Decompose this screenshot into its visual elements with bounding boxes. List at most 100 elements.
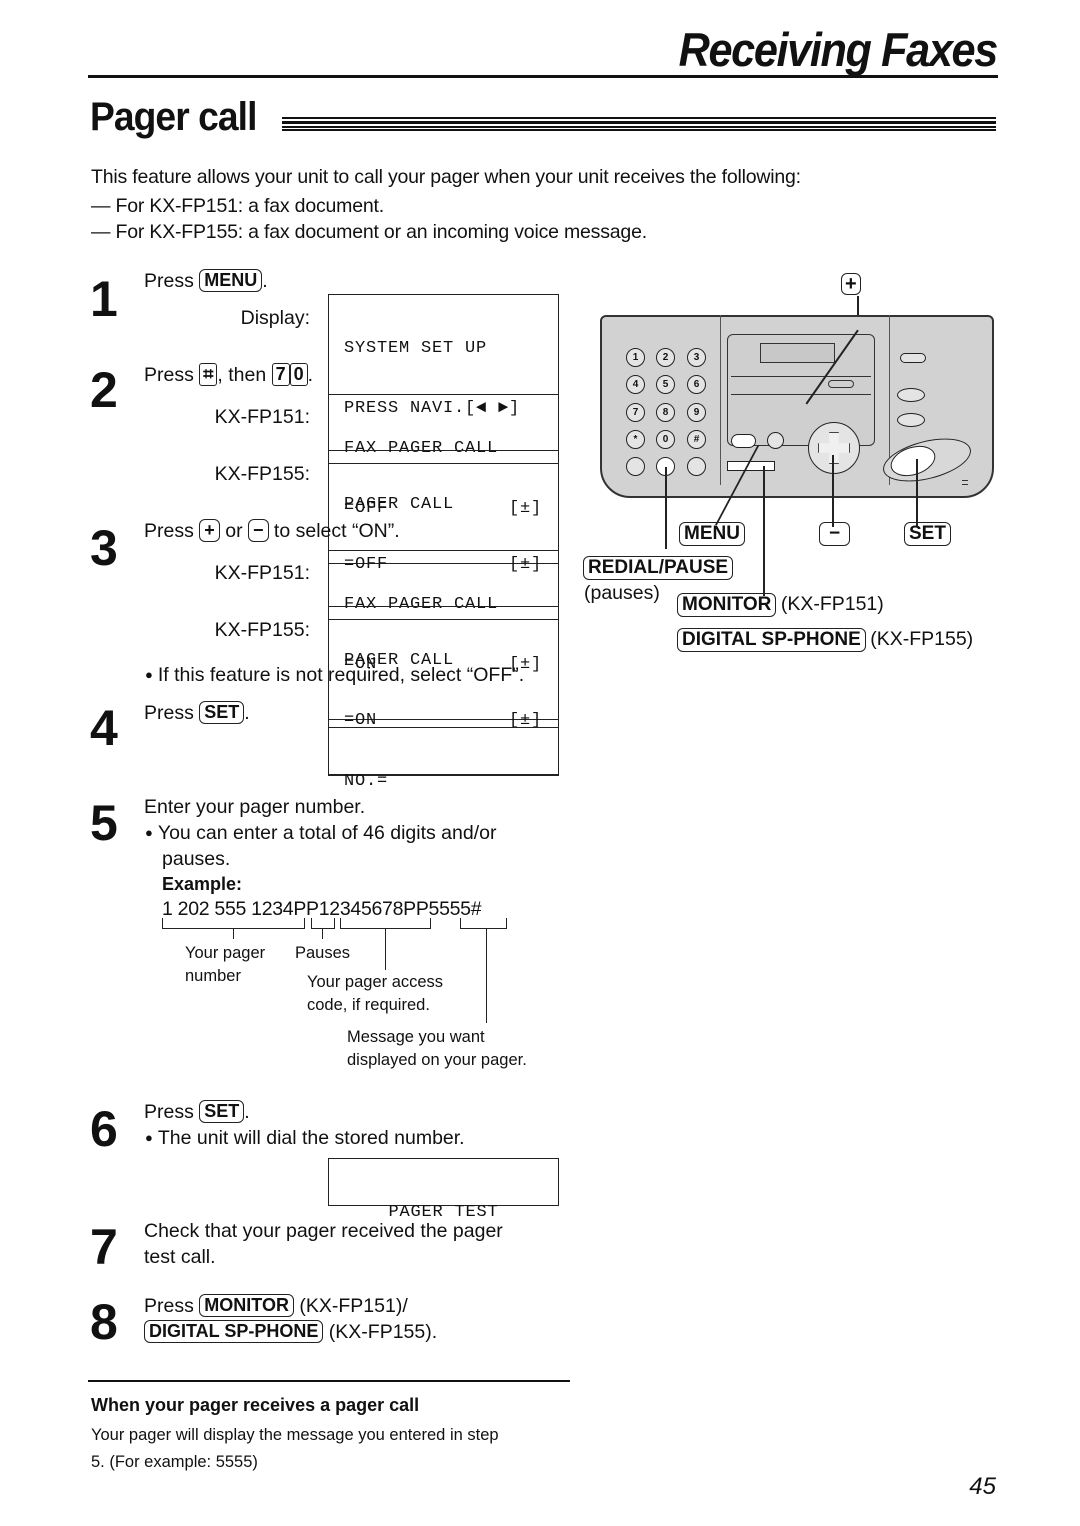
press-text: Press <box>144 364 194 386</box>
press-text: Press <box>144 270 194 292</box>
model-text: (KX-FP151)/ <box>299 1295 408 1317</box>
step-instruction: Press + or − to select “ON”. <box>144 518 400 544</box>
panel-button <box>900 353 926 363</box>
step-instruction: Press MENU. <box>144 268 268 294</box>
title-decoration-rules <box>282 117 996 131</box>
annot-line: Message you want <box>347 1028 485 1046</box>
diagram-monitor-label: MONITOR (KX-FP151) <box>677 593 884 617</box>
press-text: Press <box>144 1101 194 1123</box>
model-label: KX-FP151: <box>214 562 310 584</box>
page-number: 45 <box>969 1473 996 1500</box>
step-instruction: Enter your pager number. <box>144 796 366 818</box>
keypad-key-7: 7 <box>626 403 645 422</box>
digital-sp-phone-key: DIGITAL SP-PHONE <box>144 1320 324 1343</box>
annot-line: number <box>185 967 241 985</box>
keypad-key-1: 1 <box>626 348 645 367</box>
body-line: 5. (For example: 5555) <box>91 1453 258 1471</box>
diagram-monitor-key: MONITOR <box>677 593 777 617</box>
keypad-key-2: 2 <box>656 348 675 367</box>
annotation-pager-number: Your pager number <box>185 942 265 988</box>
select-text: to select “ON”. <box>273 520 400 542</box>
intro-lead: This feature allows your unit to call yo… <box>91 166 801 188</box>
step-instruction: Press MONITOR (KX-FP151)/ <box>144 1293 408 1319</box>
panel-button <box>897 388 925 402</box>
step-number: 3 <box>90 520 118 576</box>
keypad-key-star: * <box>626 430 645 449</box>
press-text: Press <box>144 702 194 724</box>
model-label: KX-FP155: <box>214 463 310 485</box>
display-label: Display: <box>240 307 310 329</box>
diagram-set-key: SET <box>904 522 951 546</box>
step-instruction: Press SET. <box>144 700 250 726</box>
step-note-cont: pauses. <box>162 848 231 870</box>
keypad-key-hash: # <box>687 430 706 449</box>
step-number: 4 <box>90 700 118 756</box>
plus-key: + <box>199 519 220 542</box>
annot-line: Your pager <box>185 944 266 962</box>
digit-7-key: 7 <box>271 363 290 386</box>
keypad-key-6: 6 <box>687 375 706 394</box>
or-text: or <box>225 520 243 542</box>
step-number: 1 <box>90 271 118 327</box>
slot-indicator <box>828 380 854 388</box>
diagram-menu-key: MENU <box>679 522 745 546</box>
model-text: (KX-FP155) <box>870 628 974 650</box>
example-value: 1 202 555 1234PP12345678PP5555# <box>162 898 482 920</box>
step-instruction: Check that your pager received the pager <box>144 1220 503 1242</box>
step-instruction-cont: test call. <box>144 1246 216 1268</box>
keypad-key-5: 5 <box>656 375 675 394</box>
keypad-key-3: 3 <box>687 348 706 367</box>
footer-rule <box>88 1380 570 1382</box>
subsection-body: Your pager will display the message you … <box>91 1422 571 1476</box>
press-text: Press <box>144 1295 194 1317</box>
diagram-minus-key: − <box>819 522 851 546</box>
step-note: The unit will dial the stored number. <box>145 1125 465 1151</box>
model-label: KX-FP155: <box>214 619 310 641</box>
panel-button <box>897 413 925 427</box>
hash-key: ⌗ <box>199 363 218 386</box>
annotation-pauses: Pauses <box>295 944 351 962</box>
set-key: SET <box>199 1100 245 1123</box>
panel-button <box>626 457 645 476</box>
punct: . <box>244 702 250 724</box>
keypad-key-9: 9 <box>687 403 706 422</box>
panel-button <box>687 457 706 476</box>
then-text: , then <box>217 364 267 386</box>
monitor-button <box>727 461 775 471</box>
section-title: Receiving Faxes <box>678 23 999 76</box>
monitor-key: MONITOR <box>199 1294 294 1317</box>
model-label: KX-FP151: <box>214 406 310 428</box>
menu-button <box>731 434 756 448</box>
lcd-display: NO.= <box>328 727 559 791</box>
model-text: (KX-FP151) <box>780 593 884 615</box>
step-instruction: Press SET. <box>144 1099 250 1125</box>
diagram-spphone-label: DIGITAL SP-PHONE (KX-FP155) <box>677 628 973 652</box>
set-key: SET <box>199 701 245 724</box>
menu-key: MENU <box>199 269 263 292</box>
diagram-redial-pause-key: REDIAL/PAUSE <box>583 556 734 580</box>
example-label: Example: <box>162 874 243 894</box>
step-note: If this feature is not required, select … <box>145 662 524 688</box>
panel-button <box>767 432 784 449</box>
model-text: (KX-FP155). <box>328 1321 438 1343</box>
lcd-display: PAGER TEST <box>328 1158 559 1222</box>
step-instruction: Press ⌗, then 70. <box>144 362 313 388</box>
punct: . <box>262 270 268 292</box>
keypad-key-0: 0 <box>656 430 675 449</box>
annotation-access-code: Your pager access code, if required. <box>307 971 443 1017</box>
lcd-line: NO.= <box>344 772 389 791</box>
step-note: You can enter a total of 46 digits and/o… <box>145 820 497 846</box>
lcd-line: SYSTEM SET UP <box>344 339 488 358</box>
page-title: Pager call <box>90 95 257 139</box>
digit-0-key: 0 <box>289 363 308 386</box>
intro-item-fp155: — For KX-FP155: a fax document or an inc… <box>91 221 647 243</box>
step-number: 8 <box>90 1294 118 1350</box>
annotation-message: Message you want displayed on your pager… <box>347 1026 527 1072</box>
annot-line: Your pager access <box>307 973 444 991</box>
diagram-plus-key: + <box>841 273 861 295</box>
body-line: Your pager will display the message you … <box>91 1426 499 1444</box>
intro-item-fp151: — For KX-FP151: a fax document. <box>91 195 384 217</box>
step-number: 6 <box>90 1101 118 1157</box>
lcd-line: PAGER CALL <box>344 495 455 514</box>
step-number: 2 <box>90 362 118 418</box>
